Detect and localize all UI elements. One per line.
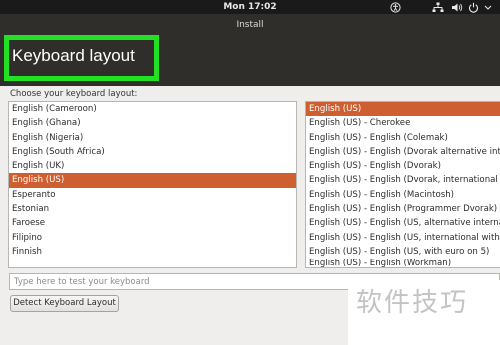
volume-icon[interactable] xyxy=(451,1,463,13)
variant-list-item[interactable]: English (US) - English (Dvorak) xyxy=(306,159,500,173)
variant-list-item[interactable]: English (US) - English (Macintosh) xyxy=(306,188,500,202)
variant-list-item[interactable]: English (US) - English (US, with euro on… xyxy=(306,245,500,259)
layout-list-item-selected[interactable]: English (US) xyxy=(9,173,296,188)
layout-list-item[interactable]: Estonian xyxy=(9,202,296,216)
layout-list-item[interactable]: English (Nigeria) xyxy=(9,131,296,145)
window-title: Install xyxy=(236,20,264,30)
power-icon[interactable] xyxy=(468,1,479,13)
variant-list-item[interactable]: English (US) - English (Colemak) xyxy=(306,131,500,145)
layout-list-item[interactable]: Esperanto xyxy=(9,188,296,202)
layout-list-item[interactable]: English (Cameroon) xyxy=(9,102,296,116)
variant-list-item[interactable]: English (US) - English (US, alternative … xyxy=(306,216,500,230)
variant-list-item[interactable]: English (US) - English (Dvorak alternati… xyxy=(306,145,500,159)
layout-list-item[interactable]: English (South Africa) xyxy=(9,145,296,159)
layout-list-item[interactable]: English (Ghana) xyxy=(9,116,296,130)
keyboard-variant-list[interactable]: English (US) English (US) - Cherokee Engli… xyxy=(305,101,500,268)
layout-list-item[interactable]: Filipino xyxy=(9,231,296,245)
clock[interactable]: Mon 17:02 xyxy=(0,1,500,13)
variant-list-item-selected[interactable]: English (US) xyxy=(306,102,500,117)
variant-list-item[interactable]: English (US) - English (Programmer Dvora… xyxy=(306,202,500,216)
window-titlebar[interactable]: Install xyxy=(0,14,500,36)
accessibility-icon[interactable] xyxy=(390,1,401,13)
top-bar: Mon 17:02 xyxy=(0,0,500,14)
network-icon[interactable] xyxy=(432,1,444,13)
variant-list-item[interactable]: English (US) - English (Dvorak, internat… xyxy=(306,173,500,187)
page-title: Keyboard layout xyxy=(12,46,135,65)
layout-list-item[interactable]: English (UK) xyxy=(9,159,296,173)
layout-prompt-label: Choose your keyboard layout: xyxy=(10,89,138,99)
layout-list-item[interactable]: Finnish xyxy=(9,245,296,259)
variant-list-item[interactable]: English (US) - Cherokee xyxy=(306,116,500,130)
watermark-text: 软件技巧 xyxy=(356,288,469,318)
variant-list-item[interactable]: English (US) - English (Workman) xyxy=(306,259,500,267)
keyboard-layout-list[interactable]: English (Cameroon) English (Ghana) English… xyxy=(8,101,297,268)
chevron-down-icon[interactable] xyxy=(484,1,492,13)
layout-list-item[interactable]: Faroese xyxy=(9,216,296,230)
variant-list-item[interactable]: English (US) - English (US, internationa… xyxy=(306,231,500,245)
detect-keyboard-layout-button[interactable]: Detect Keyboard Layout xyxy=(10,295,119,312)
